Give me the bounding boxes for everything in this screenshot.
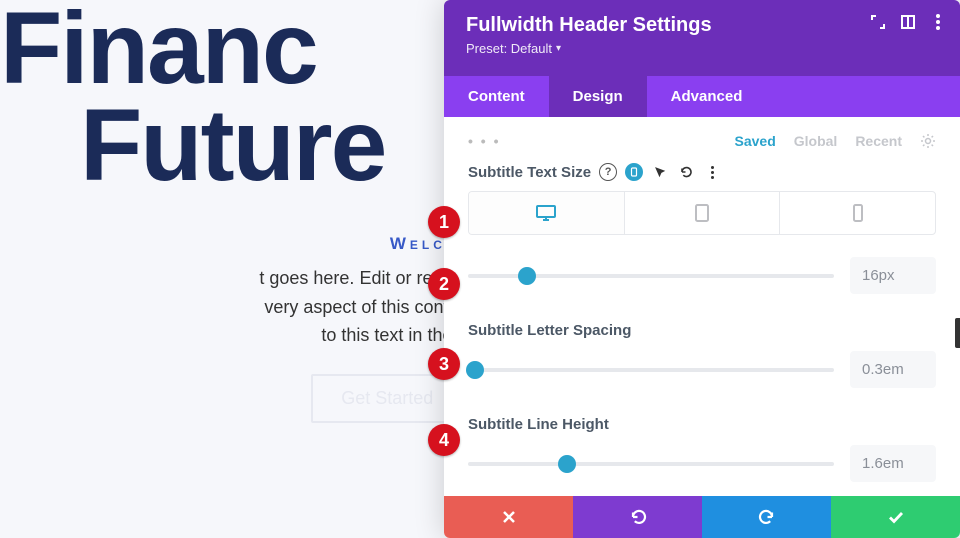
confirm-button[interactable] bbox=[831, 496, 960, 538]
preset-dropdown[interactable]: Preset: Default bbox=[466, 41, 561, 56]
responsive-icon[interactable] bbox=[625, 163, 643, 181]
drag-handle-icon[interactable]: • • • bbox=[468, 133, 500, 149]
subtitle-line-height-label: Subtitle Line Height bbox=[468, 416, 609, 433]
expand-icon[interactable] bbox=[870, 14, 886, 30]
undo-button[interactable] bbox=[573, 496, 702, 538]
subtitle-text-size-label: Subtitle Text Size bbox=[468, 164, 591, 181]
panel-body: • • • Saved Global Recent Subtitle Text … bbox=[444, 117, 960, 496]
panel-title: Fullwidth Header Settings bbox=[466, 14, 938, 37]
panel-footer bbox=[444, 496, 960, 538]
panel-header-icons bbox=[870, 14, 946, 30]
redo-button[interactable] bbox=[702, 496, 831, 538]
annotation-1: 1 bbox=[428, 206, 460, 238]
help-icon[interactable]: ? bbox=[599, 163, 617, 181]
annotation-3: 3 bbox=[428, 348, 460, 380]
gear-icon[interactable] bbox=[920, 133, 936, 149]
letter-spacing-slider-row: 0.3em bbox=[468, 351, 936, 388]
filter-global[interactable]: Global bbox=[794, 133, 838, 149]
body-top-row: • • • Saved Global Recent bbox=[468, 133, 936, 149]
tab-content[interactable]: Content bbox=[444, 76, 549, 117]
slider-thumb[interactable] bbox=[558, 455, 576, 473]
line-height-slider-row: 1.6em bbox=[468, 445, 936, 482]
panel-header: Fullwidth Header Settings Preset: Defaul… bbox=[444, 0, 960, 76]
field-label-row: Subtitle Line Height bbox=[468, 416, 936, 433]
scroll-indicator bbox=[955, 318, 960, 348]
slider-thumb[interactable] bbox=[466, 361, 484, 379]
device-phone[interactable] bbox=[779, 192, 935, 234]
tab-advanced[interactable]: Advanced bbox=[647, 76, 767, 117]
field-more-icon[interactable] bbox=[703, 163, 721, 181]
device-desktop[interactable] bbox=[469, 192, 624, 234]
field-label-row: Subtitle Letter Spacing bbox=[468, 322, 936, 339]
filter-saved[interactable]: Saved bbox=[735, 133, 776, 149]
tab-design[interactable]: Design bbox=[549, 76, 647, 117]
text-size-slider-row: 16px bbox=[468, 257, 936, 294]
field-label-row: Subtitle Text Size ? bbox=[468, 163, 936, 181]
get-started-button[interactable]: Get Started bbox=[311, 374, 463, 423]
text-size-value[interactable]: 16px bbox=[850, 257, 936, 294]
letter-spacing-value[interactable]: 0.3em bbox=[850, 351, 936, 388]
more-icon[interactable] bbox=[930, 14, 946, 30]
letter-spacing-slider[interactable] bbox=[468, 368, 834, 372]
hover-icon[interactable] bbox=[651, 163, 669, 181]
annotation-4: 4 bbox=[428, 424, 460, 456]
subtitle-letter-spacing-label: Subtitle Letter Spacing bbox=[468, 322, 631, 339]
text-size-slider[interactable] bbox=[468, 274, 834, 278]
cancel-button[interactable] bbox=[444, 496, 573, 538]
device-tablet[interactable] bbox=[624, 192, 780, 234]
line-height-slider[interactable] bbox=[468, 462, 834, 466]
settings-panel: Fullwidth Header Settings Preset: Defaul… bbox=[444, 0, 960, 538]
slider-thumb[interactable] bbox=[518, 267, 536, 285]
filter-recent[interactable]: Recent bbox=[855, 133, 902, 149]
device-tabs bbox=[468, 191, 936, 235]
panel-tabs: Content Design Advanced bbox=[444, 76, 960, 117]
line-height-value[interactable]: 1.6em bbox=[850, 445, 936, 482]
reset-icon[interactable] bbox=[677, 163, 695, 181]
preset-filter-row: Saved Global Recent bbox=[735, 133, 937, 149]
column-icon[interactable] bbox=[900, 14, 916, 30]
annotation-2: 2 bbox=[428, 268, 460, 300]
